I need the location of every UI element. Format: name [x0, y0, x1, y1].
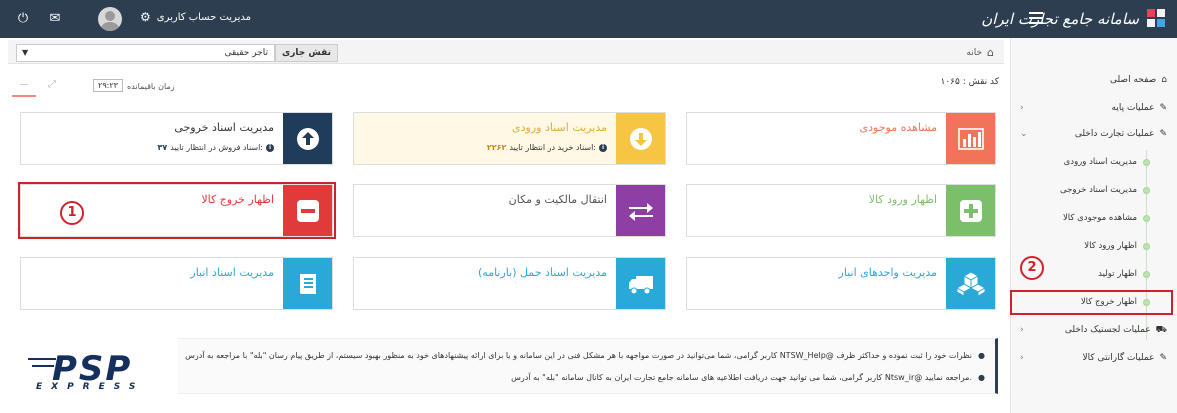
- tile-title: مدیریت واحدهای انبار: [838, 266, 937, 279]
- gears-icon: ⚙: [140, 10, 151, 24]
- info-icon: i: [266, 143, 274, 152]
- arrow-up-circle-icon: [283, 113, 332, 164]
- logo-wordmark: PSP: [52, 349, 133, 389]
- tile-title: مدیریت اسناد حمل (بارنامه): [478, 266, 607, 279]
- swap-arrows-icon: [616, 185, 665, 236]
- sidebar-item-warranty[interactable]: › عملیات گارانتی کالا ✎: [1010, 348, 1177, 368]
- truck-icon: ⛟: [1155, 324, 1167, 335]
- avatar[interactable]: [98, 7, 122, 31]
- role-code-label: کد نقش :: [962, 77, 999, 87]
- logo-speed-line: [32, 365, 54, 367]
- tile-inventory[interactable]: مشاهده موجودی: [686, 112, 996, 165]
- bullet-icon: [1143, 243, 1150, 250]
- role-select[interactable]: ▼ تاجر حقیقی: [16, 44, 275, 62]
- annotation-marker-2: 2: [1020, 256, 1044, 280]
- sidebar-sub-goods-entry[interactable]: اظهار ورود کالا: [1010, 237, 1177, 255]
- edit-icon: ✎: [1159, 353, 1167, 363]
- notice-line-2: کاربر گرامی، شما می توانید جهت دریافت اط…: [511, 373, 985, 382]
- sidebar-sub-inventory[interactable]: مشاهده موجودی کالا: [1010, 209, 1177, 227]
- notice-line-1: کاربر گرامی، شما می‌توانید در صورت مواجه…: [185, 351, 985, 360]
- chevron-right-icon: ›: [1020, 325, 1024, 335]
- highlight-box-menu: [1010, 290, 1173, 315]
- tile-transport-docs[interactable]: مدیریت اسناد حمل (بارنامه): [353, 257, 666, 310]
- brand[interactable]: سامانه جامع تجارت ایران: [981, 5, 1167, 33]
- logo-subtext: EXPRESS: [36, 382, 145, 392]
- role-code: کد نقش : ۱۰۶۵: [940, 77, 999, 87]
- sidebar-sub-outgoing-docs[interactable]: مدیریت اسناد خروجی: [1010, 181, 1177, 199]
- brand-logo-icon: [1147, 9, 1167, 29]
- tile-ownership-transfer[interactable]: انتقال مالکیت و مکان: [353, 184, 666, 237]
- tile-warehouse-units[interactable]: مدیریت واحدهای انبار: [686, 257, 996, 310]
- sidebar-item-base-ops[interactable]: › عملیات پایه ✎: [1010, 98, 1177, 118]
- breadcrumb-bar: خانه ⌂ نقش جاری ▼ تاجر حقیقی: [8, 40, 1004, 64]
- sidebar-item-domestic-trade[interactable]: ⌄ عملیات تجارت داخلی ✎: [1010, 124, 1177, 144]
- tile-incoming-docs[interactable]: مدیریت اسناد ورودی ۲۲۶۲ اسناد خرید در ان…: [353, 112, 666, 165]
- pending-count: ۲۲۶۲: [486, 143, 507, 152]
- sidebar: صفحه اصلی ⌂ › عملیات پایه ✎ ⌄ عملیات تجا…: [1010, 38, 1177, 413]
- account-label: مدیریت حساب کاربری: [156, 11, 251, 23]
- tile-title: اظهار ورود کالا: [868, 193, 937, 206]
- app-title: سامانه جامع تجارت ایران: [981, 10, 1139, 28]
- mail-icon[interactable]: ✉: [46, 10, 64, 28]
- bullet-icon: [1143, 187, 1150, 194]
- plus-square-icon: [946, 185, 995, 236]
- tile-title: مدیریت اسناد خروجی: [174, 121, 274, 134]
- pending-count: ۳۷: [157, 143, 168, 152]
- breadcrumb-home-label: خانه: [966, 47, 983, 58]
- tile-title: انتقال مالکیت و مکان: [508, 193, 607, 206]
- home-icon: ⌂: [987, 46, 994, 59]
- minimize-icon[interactable]: —: [12, 79, 36, 97]
- role-label: نقش جاری: [275, 44, 339, 62]
- tile-title: مدیریت اسناد ورودی: [512, 121, 607, 134]
- tile-title: مدیریت اسناد انبار: [190, 266, 274, 279]
- chevron-right-icon: ›: [1020, 103, 1024, 113]
- notice-panel: کاربر گرامی، شما می‌توانید در صورت مواجه…: [178, 338, 998, 394]
- tile-outgoing-docs[interactable]: مدیریت اسناد خروجی ۳۷ اسناد فروش در انتظ…: [20, 112, 333, 165]
- info-icon: i: [599, 143, 607, 152]
- bullet-icon: [1143, 271, 1150, 278]
- bullet-icon: [1143, 159, 1150, 166]
- psp-express-logo: PSP EXPRESS: [28, 352, 158, 396]
- edit-icon: ✎: [1159, 103, 1167, 113]
- expand-icon[interactable]: ⤢: [40, 79, 64, 97]
- breadcrumb[interactable]: خانه ⌂: [966, 46, 994, 59]
- tile-subtitle: ۳۷ اسناد فروش در انتظار تایید: i: [157, 143, 274, 152]
- home-icon: ⌂: [1161, 75, 1167, 85]
- timer-label: زمان باقیمانده: [127, 82, 175, 91]
- tile-warehouse-docs[interactable]: مدیریت اسناد انبار: [20, 257, 333, 310]
- arrow-down-circle-icon: [616, 113, 665, 164]
- bar-chart-icon: [946, 113, 995, 164]
- book-icon: [283, 258, 332, 309]
- caret-down-icon: ▼: [22, 48, 29, 57]
- role-value: تاجر حقیقی: [224, 48, 268, 58]
- chevron-right-icon: ›: [1020, 353, 1024, 363]
- tile-goods-entry[interactable]: اظهار ورود کالا: [686, 184, 996, 237]
- sidebar-item-home[interactable]: صفحه اصلی ⌂: [1010, 70, 1177, 90]
- truck-icon: [616, 258, 665, 309]
- tile-title: مشاهده موجودی: [859, 121, 937, 134]
- edit-icon: ✎: [1159, 129, 1167, 139]
- account-menu[interactable]: ⚙ مدیریت حساب کاربری: [140, 10, 251, 24]
- role-code-value: ۱۰۶۵: [940, 77, 960, 87]
- sidebar-sub-incoming-docs[interactable]: مدیریت اسناد ورودی: [1010, 153, 1177, 171]
- power-icon[interactable]: ⏻: [14, 10, 32, 28]
- tile-subtitle: ۲۲۶۲ اسناد خرید در انتظار تایید: i: [487, 143, 607, 152]
- top-bar: سامانه جامع تجارت ایران ⚙ مدیریت حساب کا…: [0, 0, 1177, 38]
- timer-value: ۲۹:۲۳: [93, 79, 123, 92]
- hamburger-menu-icon[interactable]: [1029, 12, 1043, 24]
- bullet-icon: [1143, 215, 1150, 222]
- cubes-icon: [946, 258, 995, 309]
- chevron-down-icon: ⌄: [1020, 129, 1028, 139]
- annotation-marker-1: 1: [60, 201, 84, 225]
- sidebar-item-domestic-logistics[interactable]: › عملیات لجستیک داخلی ⛟: [1010, 320, 1177, 340]
